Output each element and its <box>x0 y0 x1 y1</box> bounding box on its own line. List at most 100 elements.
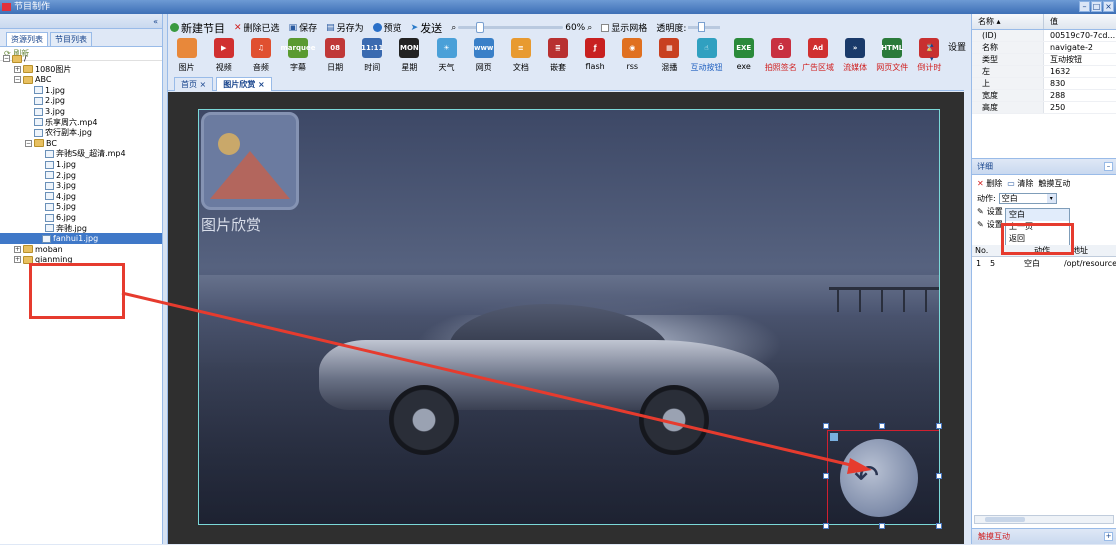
detail-clear-button[interactable]: ▭ 清除 <box>1007 178 1033 189</box>
opacity-slider[interactable] <box>688 22 721 32</box>
tool-button[interactable]: ƒ flash <box>577 36 614 74</box>
palette-scroll[interactable]: ▴ ▾ <box>930 38 940 66</box>
property-value[interactable]: 互动按钮 <box>1044 54 1082 65</box>
resize-handle[interactable] <box>823 523 829 529</box>
settings-button[interactable]: 设置 <box>948 40 966 53</box>
tab-resource-list[interactable]: 资源列表 <box>6 32 48 46</box>
tree-file[interactable]: 4.jpg <box>45 191 76 202</box>
minimize-button[interactable]: – <box>1079 1 1090 12</box>
tool-button[interactable]: Ŏ 拍照签名 <box>762 36 799 74</box>
close-button[interactable]: × <box>1103 1 1114 12</box>
tool-button[interactable]: ☀ 天气 <box>428 36 465 74</box>
expand-toggle-icon[interactable]: + <box>14 65 21 73</box>
tool-button[interactable]: Ad 广告区域 <box>799 36 836 74</box>
tool-button[interactable]: HTML 网页文件 <box>874 36 911 74</box>
tree-file[interactable]: 3.jpg <box>34 106 65 117</box>
tree-file[interactable]: 农行副本.jpg <box>34 127 92 138</box>
property-row[interactable]: 宽度 288 <box>972 90 1116 102</box>
action-select[interactable]: 空白 ▾ <box>998 193 1057 204</box>
property-value[interactable]: 830 <box>1044 78 1065 89</box>
chevron-down-icon[interactable]: ▾ <box>1046 194 1056 203</box>
tool-button[interactable]: marquee 字幕 <box>279 36 316 74</box>
tool-button[interactable]: » 流媒体 <box>837 36 874 74</box>
scrollbar-thumb[interactable] <box>985 517 1025 522</box>
tool-button[interactable]: ☝ 互动按钮 <box>688 36 725 74</box>
column-value[interactable]: 值 <box>1044 14 1058 29</box>
zoom-slider-knob[interactable] <box>476 22 485 33</box>
tool-button[interactable]: 图片 <box>168 36 205 74</box>
property-value[interactable]: 288 <box>1044 90 1065 101</box>
close-icon[interactable]: × <box>200 80 207 89</box>
grid-checkbox[interactable] <box>601 23 610 32</box>
tree-folder[interactable]: + moban <box>14 244 63 255</box>
collapse-button[interactable]: – <box>1104 162 1113 171</box>
panel-collapse-button[interactable]: « <box>0 14 162 29</box>
expand-toggle-icon[interactable]: + <box>14 245 21 253</box>
tree-file[interactable]: 1.jpg <box>45 159 76 170</box>
tool-button[interactable]: ▶ 视频 <box>205 36 242 74</box>
zoom-out-icon[interactable]: ⌕ <box>451 23 456 33</box>
column-name[interactable]: 名称 ▴ <box>972 14 1044 29</box>
save-button[interactable]: ▣ 保存 <box>289 21 318 35</box>
resize-handle[interactable] <box>823 423 829 429</box>
interactive-button-widget[interactable]: ↶ <box>827 430 939 524</box>
tree-file[interactable]: 5.jpg <box>45 201 76 212</box>
tool-button[interactable]: ▦ 混播 <box>651 36 688 74</box>
property-row[interactable]: 类型 互动按钮 <box>972 54 1116 66</box>
tree-folder[interactable]: − / <box>3 53 27 64</box>
tool-button[interactable]: 08 日期 <box>317 36 354 74</box>
expand-toggle-icon[interactable]: − <box>3 55 10 62</box>
tab-gallery[interactable]: 图片欣赏 × <box>216 77 272 91</box>
tree-file[interactable]: 乐享周六.mp4 <box>34 117 98 128</box>
save-as-button[interactable]: ▤ 另存为 <box>326 21 364 35</box>
table-row[interactable]: 1 5 空白 /opt/resource <box>972 258 1116 270</box>
program-stage[interactable]: 图片欣赏 ↶ <box>198 109 940 525</box>
new-program-button[interactable]: 新建节目 <box>170 20 225 36</box>
property-value[interactable]: navigate-2 <box>1044 42 1093 53</box>
tool-button[interactable]: 11:11 时间 <box>354 36 391 74</box>
tool-button[interactable]: ◉ rss <box>614 36 651 74</box>
tree-file[interactable]: 2.jpg <box>34 95 65 106</box>
property-row[interactable]: 上 830 <box>972 78 1116 90</box>
detail-touch-button[interactable]: 触摸互动 <box>1038 178 1070 189</box>
expand-toggle-icon[interactable]: − <box>14 76 21 84</box>
tool-button[interactable]: ♫ 音频 <box>242 36 279 74</box>
touch-interaction-label[interactable]: 触摸互动 <box>978 532 1010 541</box>
tree-folder[interactable]: +1080图片 <box>14 64 71 75</box>
property-row[interactable]: 左 1632 <box>972 66 1116 78</box>
tool-button[interactable]: ≡ 文档 <box>502 36 539 74</box>
tree-file[interactable]: 1.jpg <box>34 85 65 96</box>
resize-handle[interactable] <box>879 423 885 429</box>
close-icon[interactable]: × <box>258 80 265 89</box>
preview-button[interactable]: 预览 <box>372 21 402 34</box>
tree-file[interactable]: fanhui1.jpg <box>0 233 162 245</box>
image-widget-placeholder[interactable] <box>201 112 299 210</box>
detail-delete-button[interactable]: ✕ 删除 <box>977 178 1002 189</box>
property-value[interactable]: 1632 <box>1044 66 1070 77</box>
tab-program-list[interactable]: 节目列表 <box>50 32 92 46</box>
property-value[interactable]: 00519c70-7cd... <box>1044 30 1115 41</box>
expand-toggle-icon[interactable]: − <box>25 139 32 147</box>
tree-file[interactable]: 奔驰S级_超清.mp4 <box>45 148 126 159</box>
tab-home[interactable]: 首页 × <box>174 77 214 91</box>
resize-handle[interactable] <box>936 523 942 529</box>
design-canvas[interactable]: 图片欣赏 ↶ <box>168 92 964 544</box>
tree-file[interactable]: 2.jpg <box>45 170 76 181</box>
opacity-slider-knob[interactable] <box>698 22 706 32</box>
resize-handle[interactable] <box>879 523 885 529</box>
zoom-in-icon[interactable]: ⌕ <box>587 23 592 33</box>
property-value[interactable]: 250 <box>1044 102 1065 113</box>
zoom-slider[interactable] <box>458 22 564 33</box>
property-row[interactable]: 高度 250 <box>972 102 1116 114</box>
maximize-button[interactable]: □ <box>1091 1 1102 12</box>
tool-button[interactable]: MON 星期 <box>391 36 428 74</box>
tree-file[interactable]: 6.jpg <box>45 212 76 223</box>
expand-toggle-icon[interactable]: + <box>14 256 21 264</box>
tree-file[interactable]: 奔驰.jpg <box>45 223 87 234</box>
show-grid-toggle[interactable]: 显示网格 <box>601 21 647 34</box>
resize-handle[interactable] <box>823 473 829 479</box>
col-no[interactable]: No. <box>972 245 994 256</box>
tool-button[interactable]: www 网页 <box>465 36 502 74</box>
property-row[interactable]: 名称 navigate-2 <box>972 42 1116 54</box>
dropdown-option[interactable]: 空白 <box>1006 209 1069 221</box>
